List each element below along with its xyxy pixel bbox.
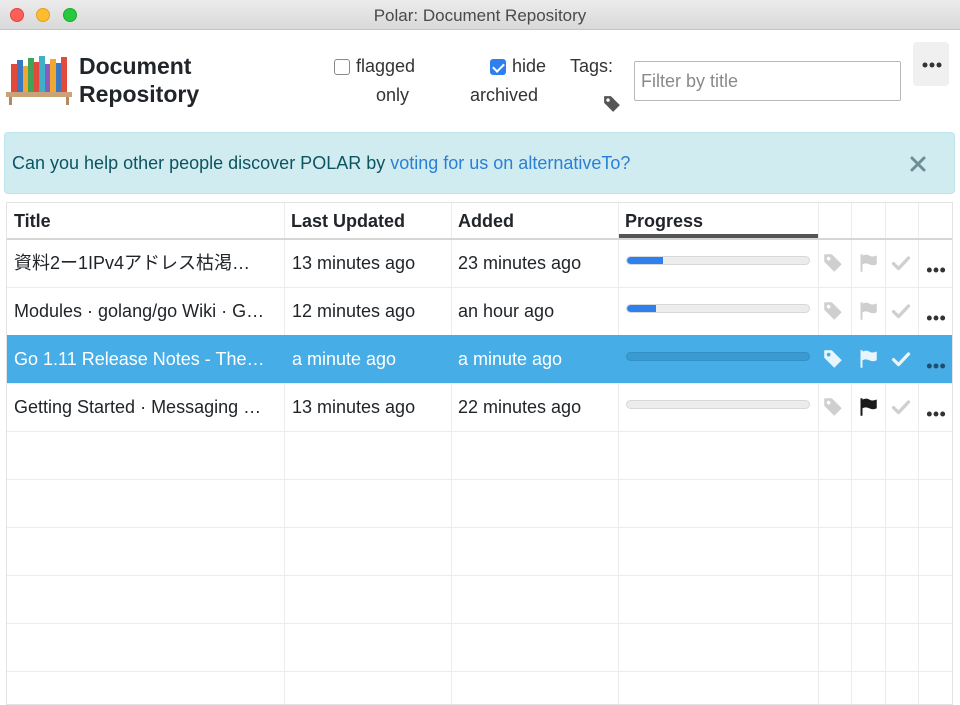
- promo-alert: Can you help other people discover POLAR…: [4, 132, 955, 194]
- flag-icon[interactable]: [858, 349, 878, 369]
- row-last-updated: 13 minutes ago: [292, 397, 416, 417]
- row-progress-bar: [626, 400, 810, 409]
- row-last-updated: a minute ago: [292, 349, 397, 369]
- row-added: a minute ago: [458, 349, 563, 369]
- page-title-line1: Document: [79, 53, 192, 79]
- window-titlebar: Polar: Document Repository: [0, 0, 960, 30]
- tag-icon[interactable]: [603, 95, 621, 113]
- row-added: 23 minutes ago: [458, 253, 582, 273]
- more-icon[interactable]: [926, 404, 946, 424]
- flag-icon[interactable]: [858, 397, 878, 417]
- tags-label: Tags:: [570, 56, 614, 76]
- close-icon[interactable]: [909, 155, 927, 173]
- alternativeto-link[interactable]: voting for us on alternativeTo?: [390, 153, 630, 173]
- check-icon[interactable]: [891, 301, 911, 321]
- more-options-button[interactable]: [913, 42, 949, 86]
- row-added: 22 minutes ago: [458, 397, 582, 417]
- flagged-only-label-2: only: [376, 85, 410, 105]
- row-progress-bar: [626, 304, 810, 313]
- hide-archived-checkbox[interactable]: [490, 59, 506, 75]
- more-icon: [922, 62, 942, 68]
- check-icon[interactable]: [891, 349, 911, 369]
- check-icon[interactable]: [891, 397, 911, 417]
- column-header-title[interactable]: Title: [7, 203, 58, 239]
- more-icon[interactable]: [926, 308, 946, 328]
- row-progress-bar: [626, 352, 810, 361]
- table-row[interactable]: Modules · golang/go Wiki · G… 12 minutes…: [7, 287, 952, 335]
- tag-icon[interactable]: [823, 349, 843, 369]
- page-title-line2: Repository: [79, 81, 200, 107]
- row-last-updated: 13 minutes ago: [292, 253, 416, 273]
- flag-icon[interactable]: [858, 253, 878, 273]
- table-row[interactable]: Getting Started · Messaging … 13 minutes…: [7, 383, 952, 431]
- table-row[interactable]: Go 1.11 Release Notes - The… a minute ag…: [7, 335, 952, 383]
- row-progress-fill: [627, 305, 657, 312]
- more-icon[interactable]: [926, 356, 946, 376]
- hide-archived-label-2: archived: [470, 85, 539, 105]
- sort-indicator: [619, 234, 818, 238]
- tag-icon[interactable]: [823, 253, 843, 273]
- flagged-only-checkbox[interactable]: [334, 59, 350, 75]
- column-header-last-updated[interactable]: Last Updated: [284, 203, 412, 239]
- window-title: Polar: Document Repository: [373, 6, 587, 25]
- row-title[interactable]: Go 1.11 Release Notes - The…: [7, 335, 284, 383]
- row-title[interactable]: Getting Started · Messaging …: [7, 383, 284, 431]
- document-table: Title Last Updated Added Progress 資料2ー1I…: [6, 202, 953, 705]
- alert-text: Can you help other people discover POLAR…: [12, 153, 391, 173]
- tag-icon[interactable]: [823, 301, 843, 321]
- column-header-added[interactable]: Added: [451, 203, 521, 239]
- tag-icon[interactable]: [823, 397, 843, 417]
- filter-by-title-input[interactable]: [634, 61, 901, 101]
- row-progress-fill: [627, 257, 664, 264]
- books-logo: [6, 56, 72, 105]
- flag-icon[interactable]: [858, 301, 878, 321]
- row-title[interactable]: 資料2ー1IPv4アドレス枯渇…: [7, 239, 284, 287]
- table-row[interactable]: 資料2ー1IPv4アドレス枯渇… 13 minutes ago 23 minut…: [7, 239, 952, 287]
- row-last-updated: 12 minutes ago: [292, 301, 416, 321]
- check-icon[interactable]: [891, 253, 911, 273]
- hide-archived-label-1: hide: [512, 56, 547, 76]
- alert-message: Can you help other people discover POLAR…: [12, 153, 630, 174]
- more-icon[interactable]: [926, 260, 946, 280]
- row-title[interactable]: Modules · golang/go Wiki · G…: [7, 287, 284, 335]
- row-progress-bar: [626, 256, 810, 265]
- page-title: Document Repository: [79, 52, 199, 108]
- flagged-only-label-1: flagged: [356, 56, 416, 76]
- row-added: an hour ago: [458, 301, 555, 321]
